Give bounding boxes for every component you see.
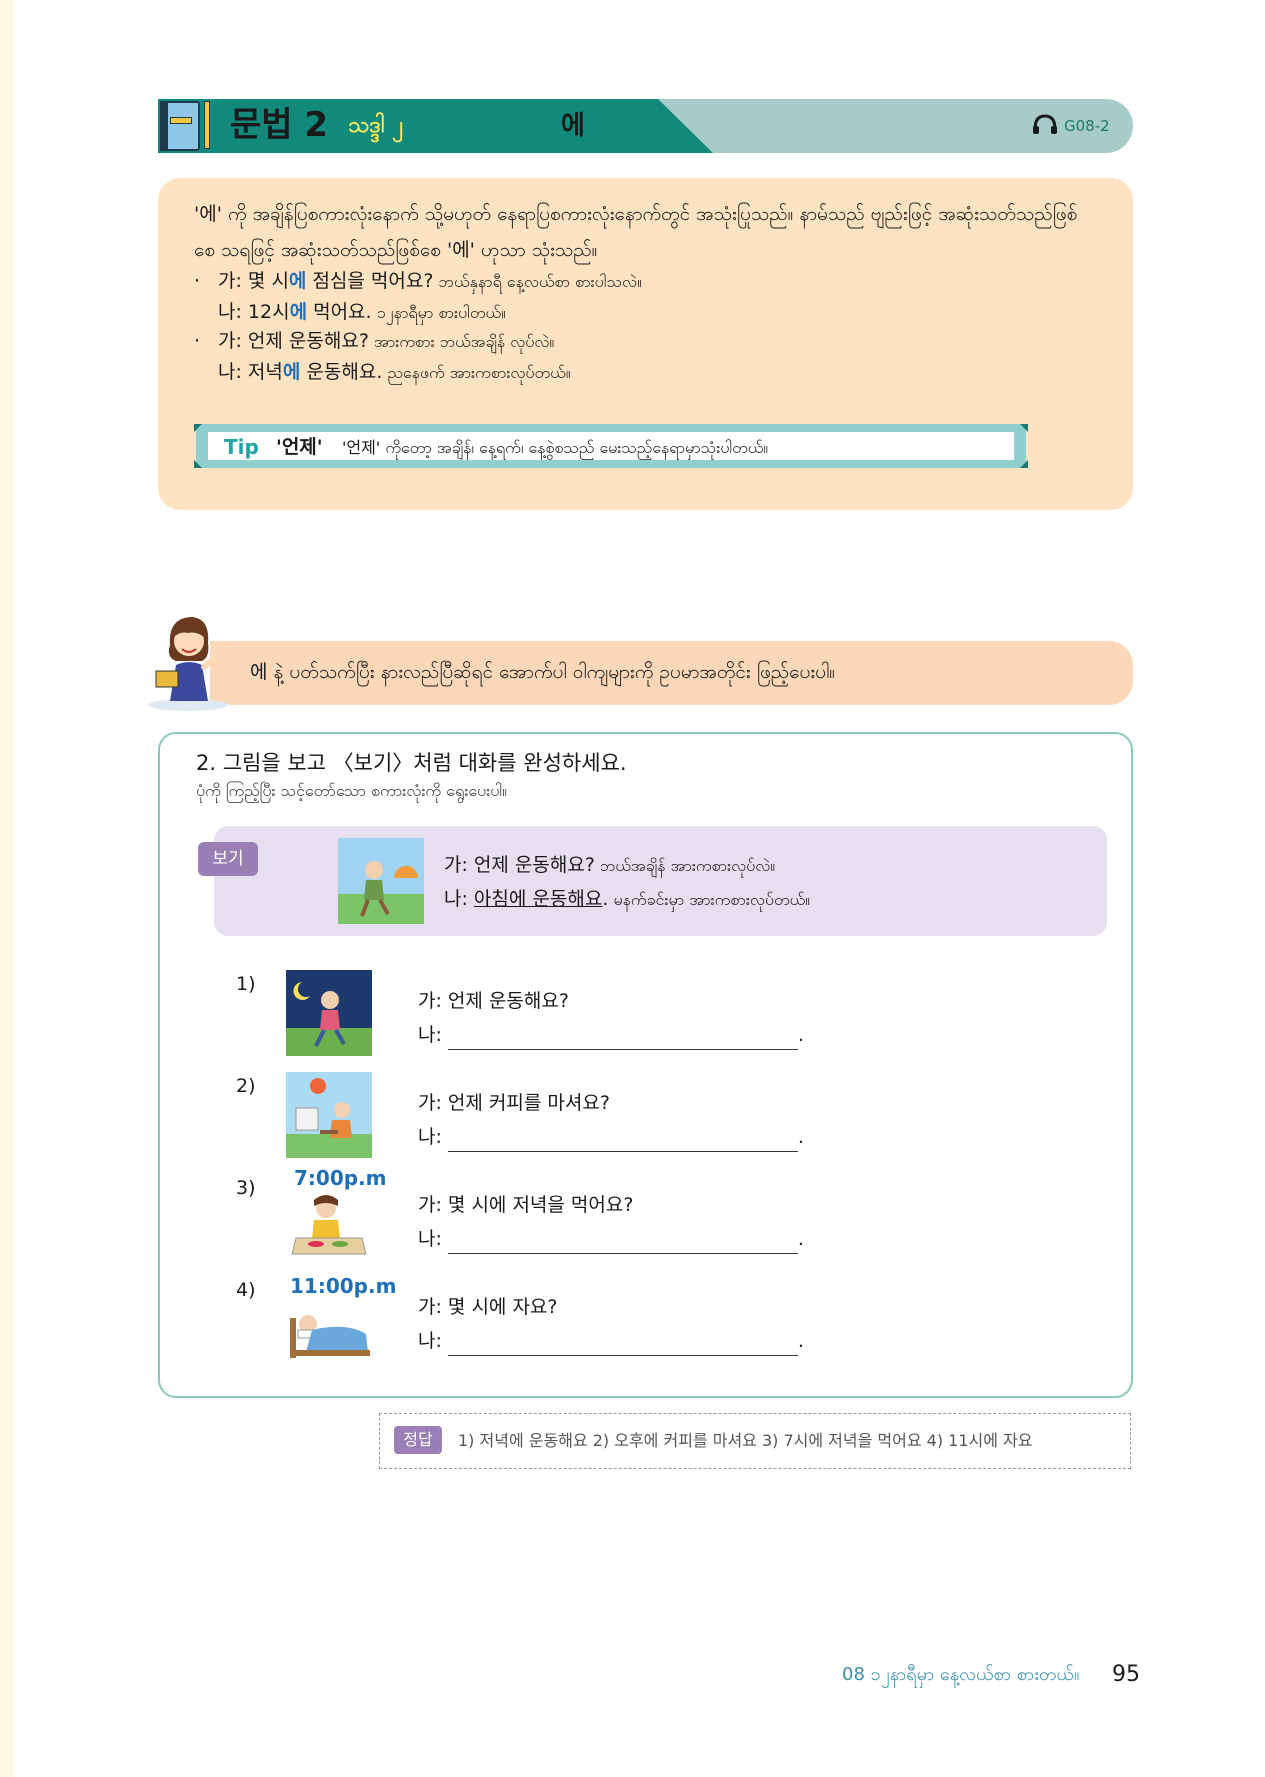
pencil-icon	[204, 101, 210, 149]
teacher-illustration	[148, 617, 231, 711]
answer-line: 나:.	[418, 1224, 804, 1254]
explanation-text: '에' ကို အချိန်ပြစကားလုံးနောက် သို့မဟုတ် …	[194, 203, 1078, 261]
page-margin-strip	[0, 0, 14, 1777]
section-subtitle: သဒ္ဒါ ၂	[348, 113, 404, 138]
example-line: · 가: 몇 시에 점심을 먹어요? ဘယ်နှနာရီ နေ့လယ်စာ စား…	[194, 270, 642, 292]
answer-blank[interactable]	[447, 1131, 798, 1152]
question-text: 가: 언제 커피를 마셔요?	[418, 1092, 610, 1114]
question-number: 4)	[236, 1279, 256, 1301]
tip-corner	[194, 424, 202, 432]
example-line: 나: 저녁에 운동해요. ညနေဖက် အားကစားလုပ်တယ်။	[218, 361, 571, 383]
exercise-subtitle: ပုံကို ကြည့်ပြီး သင့်တော်သော စကားလုံးကို…	[196, 781, 507, 800]
afternoon-coffee-image	[286, 1072, 372, 1158]
sample-answer: 나: 아침에 운동해요. မနက်ခင်းမှာ အားကစားလုပ်တယ်။	[444, 888, 810, 910]
example-line: 나: 12시에 먹어요. ၁၂နာရီမှာ စားပါတယ်။	[218, 301, 506, 323]
answer-blank[interactable]	[447, 1233, 798, 1254]
tip-corner	[194, 460, 202, 468]
example-line: · 가: 언제 운동해요? အားကစား ဘယ်အချိန် လုပ်လဲ။	[194, 330, 555, 352]
question-text: 가: 몇 시에 저녁을 먹어요?	[418, 1194, 634, 1216]
dinner-image	[291, 1195, 367, 1255]
time-label: 7:00p.m	[294, 1166, 387, 1190]
tip-corner	[1020, 460, 1028, 468]
tip-corner	[1020, 424, 1028, 432]
example-1: · 가: 몇 시에 점심을 먹어요? ဘယ်နှနာရီ နေ့လယ်စာ စား…	[194, 266, 642, 328]
page-number: 95	[1112, 1662, 1140, 1687]
section-title: 문법 2	[230, 105, 329, 145]
answer-blank[interactable]	[447, 1335, 798, 1356]
tip-label: Tip	[224, 435, 259, 459]
question-number: 1)	[236, 973, 256, 995]
instruction-text: 에 နဲ့ ပတ်သက်ပြီး နားလည်ပြီဆိုရင် အောက်ပါ…	[250, 661, 836, 683]
question-text: 가: 언제 운동해요?	[418, 990, 569, 1012]
chapter-footer: 08 ၁၂နာရီမှာ နေ့လယ်စာ စားတယ်။	[842, 1664, 1080, 1685]
exercise-box: 2. 그림을 보고 〈보기〉처럼 대화를 완성하세요. ပုံကို ကြည့်…	[158, 732, 1133, 1398]
answer-key-text: 1) 저녁에 운동해요 2) 오후에 커피를 마셔요 3) 7시에 저녁을 먹어…	[458, 1431, 1033, 1450]
example-2: · 가: 언제 운동해요? အားကစား ဘယ်အချိန် လုပ်လဲ။ 나…	[194, 326, 570, 388]
sleeping-image	[290, 1315, 370, 1358]
audio-track-code: G08-2	[1064, 117, 1110, 135]
tip-box: Tip '언제' '언제' ကိုတော့ အချိန်၊ နေ့ရက်၊ နေ…	[194, 424, 1028, 468]
section-header: 문법 2 သဒ္ဒါ ၂ 에 G08-2	[158, 99, 1133, 153]
answer-line: 나:.	[418, 1020, 804, 1050]
answer-key-box: 정답 1) 저녁에 운동해요 2) 오후에 커피를 마셔요 3) 7시에 저녁을…	[379, 1413, 1131, 1469]
question-number: 2)	[236, 1075, 256, 1097]
question-number: 3)	[236, 1177, 256, 1199]
grammar-particle: 에	[561, 111, 585, 141]
grammar-explanation-box: '에' ကို အချိန်ပြစကားလုံးနောက် သို့မဟုတ် …	[158, 178, 1133, 510]
exercise-title: 2. 그림을 보고 〈보기〉처럼 대화를 완성하세요.	[196, 751, 627, 775]
night-exercise-image	[286, 970, 372, 1056]
book-icon	[160, 101, 200, 151]
question-text: 가: 몇 시에 자요?	[418, 1296, 558, 1318]
tip-text: '언제' ကိုတော့ အချိန်၊ နေ့ရက်၊ နေ့စွဲစသည် …	[342, 438, 769, 457]
headphone-icon[interactable]	[1032, 113, 1058, 135]
answer-key-tag: 정답	[394, 1426, 442, 1454]
answer-line: 나:.	[418, 1326, 804, 1356]
morning-exercise-image	[338, 838, 424, 924]
time-label: 11:00p.m	[290, 1274, 397, 1298]
answer-blank[interactable]	[447, 1029, 798, 1050]
sample-tag: 보기	[198, 842, 258, 876]
answer-line: 나:.	[418, 1122, 804, 1152]
sample-question: 가: 언제 운동해요? ဘယ်အချိန် အားကစားလုပ်လဲ။	[444, 854, 776, 876]
tip-word: '언제'	[276, 436, 323, 458]
